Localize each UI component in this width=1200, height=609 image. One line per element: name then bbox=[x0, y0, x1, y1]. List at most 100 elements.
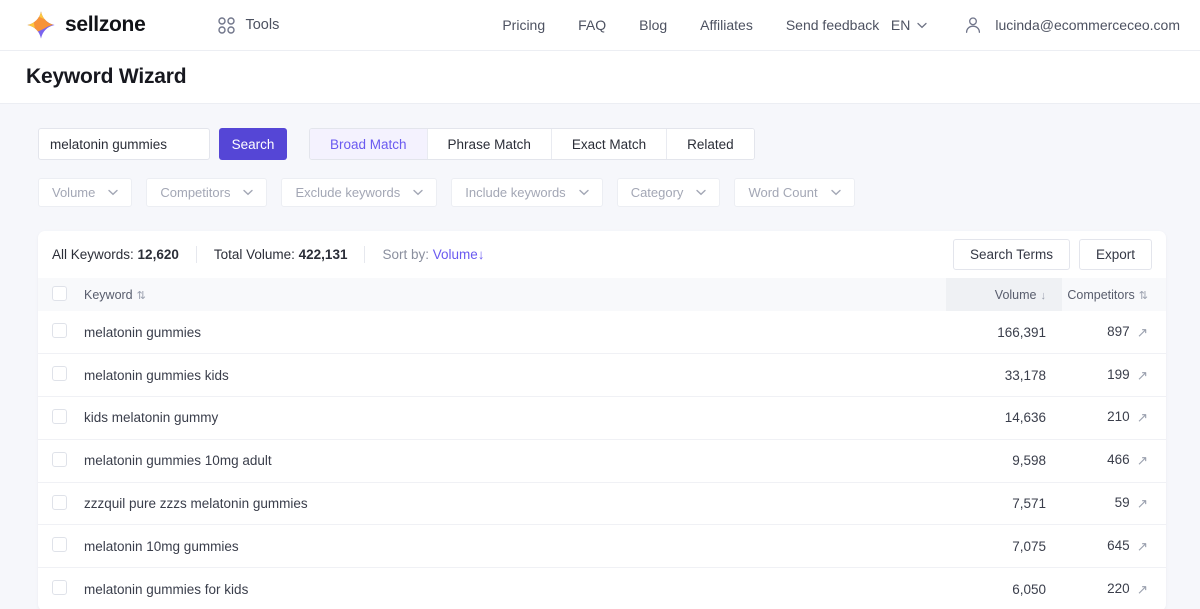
filter-volume[interactable]: Volume bbox=[38, 178, 133, 207]
grid-apps-icon bbox=[218, 16, 236, 34]
row-select-cell bbox=[38, 397, 84, 440]
results-summary: All Keywords: 12,620 Total Volume: 422,1… bbox=[52, 246, 485, 263]
table-row[interactable]: kids melatonin gummy 14,636 210 ↗ bbox=[38, 397, 1166, 440]
external-link-arrow-icon[interactable]: ↗ bbox=[1137, 582, 1148, 598]
user-account-menu[interactable]: lucinda@ecommerceceo.com bbox=[963, 15, 1180, 35]
external-link-arrow-icon[interactable]: ↗ bbox=[1137, 496, 1148, 512]
row-select-cell bbox=[38, 354, 84, 397]
filter-competitors[interactable]: Competitors bbox=[146, 178, 268, 207]
select-all-checkbox[interactable] bbox=[52, 285, 67, 301]
row-competitors-cell: 210 ↗ bbox=[1062, 397, 1166, 440]
filter-exclude-keywords[interactable]: Exclude keywords bbox=[281, 178, 438, 207]
all-keywords-stat: All Keywords: 12,620 bbox=[52, 247, 179, 262]
row-select-cell bbox=[38, 439, 84, 482]
filter-category-label: Category bbox=[630, 185, 684, 200]
row-checkbox[interactable] bbox=[52, 408, 67, 424]
row-volume: 7,075 bbox=[1012, 538, 1046, 554]
nav-link-send-feedback[interactable]: Send feedback bbox=[786, 17, 879, 33]
search-controls: Search Broad Match Phrase Match Exact Ma… bbox=[0, 104, 1200, 207]
top-navigation-bar: sellzone Tools Pricing FAQ Blog Affiliat… bbox=[0, 0, 1200, 51]
all-keywords-label: All Keywords: bbox=[52, 247, 134, 262]
row-checkbox[interactable] bbox=[52, 537, 67, 553]
keyword-column-header[interactable]: Keyword ⇅ bbox=[84, 278, 946, 311]
row-checkbox[interactable] bbox=[52, 366, 67, 382]
tab-exact-match[interactable]: Exact Match bbox=[551, 129, 668, 159]
page-title: Keyword Wizard bbox=[26, 65, 187, 88]
export-button[interactable]: Export bbox=[1078, 239, 1152, 270]
filter-include-keywords[interactable]: Include keywords bbox=[451, 178, 603, 207]
row-select-cell bbox=[38, 568, 84, 609]
primary-nav-links: Pricing FAQ Blog Affiliates Send feedbac… bbox=[502, 17, 879, 33]
external-link-arrow-icon[interactable]: ↗ bbox=[1137, 368, 1148, 384]
row-checkbox[interactable] bbox=[52, 580, 67, 596]
external-link-arrow-icon[interactable]: ↗ bbox=[1137, 453, 1148, 469]
row-competitors-cell: 466 ↗ bbox=[1062, 439, 1166, 482]
select-all-header bbox=[38, 278, 84, 311]
filter-word-count[interactable]: Word Count bbox=[734, 178, 855, 207]
nav-link-affiliates[interactable]: Affiliates bbox=[700, 17, 753, 33]
row-select-cell bbox=[38, 311, 84, 354]
nav-link-blog[interactable]: Blog bbox=[639, 17, 667, 33]
row-competitors-cell: 199 ↗ bbox=[1062, 354, 1166, 397]
tools-label: Tools bbox=[245, 17, 280, 33]
table-header-row: Keyword ⇅ Volume ↓ Competitors ⇅ bbox=[38, 278, 1166, 311]
row-select-cell bbox=[38, 525, 84, 568]
brand-logo[interactable]: sellzone bbox=[26, 10, 146, 40]
table-header: Keyword ⇅ Volume ↓ Competitors ⇅ bbox=[38, 278, 1166, 311]
row-competitors: 199 bbox=[1107, 366, 1130, 382]
row-competitors-cell: 59 ↗ bbox=[1062, 482, 1166, 525]
row-competitors: 645 bbox=[1107, 537, 1130, 553]
nav-link-pricing[interactable]: Pricing bbox=[502, 17, 545, 33]
total-volume-label: Total Volume: bbox=[213, 247, 295, 262]
external-link-arrow-icon[interactable]: ↗ bbox=[1137, 410, 1148, 426]
row-keyword: melatonin 10mg gummies bbox=[84, 538, 239, 554]
table-body: melatonin gummies 166,391 897 ↗ melatonin… bbox=[38, 311, 1166, 609]
row-volume: 9,598 bbox=[1012, 453, 1046, 469]
sort-descending-arrow-icon: ↓ bbox=[477, 247, 485, 262]
row-volume: 6,050 bbox=[1012, 581, 1046, 597]
competitors-column-header[interactable]: Competitors ⇅ bbox=[1062, 278, 1166, 311]
volume-column-header[interactable]: Volume ↓ bbox=[946, 278, 1062, 311]
language-selector[interactable]: EN bbox=[891, 17, 928, 33]
row-keyword: melatonin gummies bbox=[84, 324, 202, 340]
chevron-down-icon bbox=[578, 189, 589, 196]
chevron-down-icon bbox=[108, 189, 119, 196]
row-keyword: melatonin gummies 10mg adult bbox=[84, 453, 272, 469]
volume-column-label: Volume bbox=[994, 287, 1037, 302]
results-card: All Keywords: 12,620 Total Volume: 422,1… bbox=[38, 231, 1166, 609]
brand-name: sellzone bbox=[65, 13, 146, 36]
row-checkbox[interactable] bbox=[52, 323, 67, 339]
external-link-arrow-icon[interactable]: ↗ bbox=[1137, 539, 1148, 555]
tools-menu[interactable]: Tools bbox=[218, 16, 280, 34]
search-button[interactable]: Search bbox=[219, 128, 287, 160]
table-row[interactable]: melatonin 10mg gummies 7,075 645 ↗ bbox=[38, 525, 1166, 568]
filter-category[interactable]: Category bbox=[616, 178, 721, 207]
chevron-down-icon bbox=[243, 189, 254, 196]
search-terms-button[interactable]: Search Terms bbox=[952, 239, 1070, 270]
competitors-column-label: Competitors bbox=[1067, 287, 1135, 302]
external-link-arrow-icon[interactable]: ↗ bbox=[1137, 325, 1148, 341]
filter-competitors-label: Competitors bbox=[160, 185, 231, 200]
sellzone-star-logo-icon bbox=[27, 11, 55, 39]
volume-sort-icon: ↓ bbox=[1040, 289, 1047, 302]
table-row[interactable]: melatonin gummies for kids 6,050 220 ↗ bbox=[38, 568, 1166, 609]
tab-phrase-match[interactable]: Phrase Match bbox=[427, 129, 552, 159]
table-row[interactable]: melatonin gummies 10mg adult 9,598 466 ↗ bbox=[38, 439, 1166, 483]
tab-broad-match[interactable]: Broad Match bbox=[310, 129, 428, 159]
table-row[interactable]: melatonin gummies 166,391 897 ↗ bbox=[38, 311, 1166, 354]
sort-by-control[interactable]: Sort by: Volume↓ bbox=[382, 247, 484, 262]
nav-link-faq[interactable]: FAQ bbox=[578, 17, 606, 33]
table-row[interactable]: zzzquil pure zzzs melatonin gummies 7,57… bbox=[38, 482, 1166, 525]
table-row[interactable]: melatonin gummies kids 33,178 199 ↗ bbox=[38, 354, 1166, 397]
row-checkbox[interactable] bbox=[52, 451, 67, 467]
filter-exclude-keywords-label: Exclude keywords bbox=[295, 185, 401, 200]
row-volume: 33,178 bbox=[1004, 367, 1046, 383]
filter-row: Volume Competitors Exclude keywords Incl… bbox=[38, 178, 1200, 207]
keyword-search-input[interactable] bbox=[38, 128, 210, 160]
chevron-down-icon bbox=[917, 22, 928, 28]
filter-include-keywords-label: Include keywords bbox=[465, 185, 566, 200]
row-volume: 166,391 bbox=[997, 324, 1046, 340]
search-row: Search Broad Match Phrase Match Exact Ma… bbox=[38, 128, 1200, 160]
tab-related[interactable]: Related bbox=[667, 129, 754, 159]
row-checkbox[interactable] bbox=[52, 494, 67, 510]
